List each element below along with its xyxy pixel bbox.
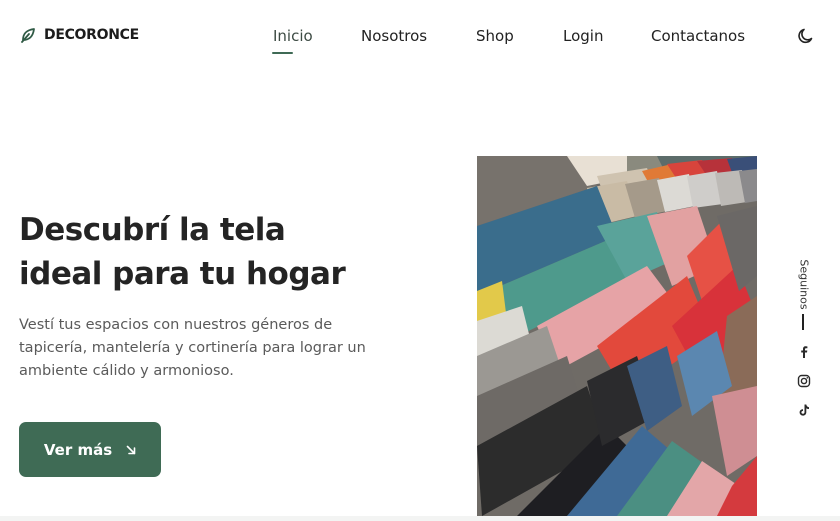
tiktok-icon[interactable] bbox=[797, 403, 811, 417]
ver-mas-button[interactable]: Ver más bbox=[19, 422, 161, 477]
site-header: DECORONCE Inicio Nosotros Shop Login Con… bbox=[0, 0, 840, 72]
nav-item-shop[interactable]: Shop bbox=[476, 27, 514, 45]
brand-name: DECORONCE bbox=[44, 27, 139, 43]
next-section-edge bbox=[0, 516, 840, 521]
facebook-icon[interactable] bbox=[797, 345, 811, 359]
fabric-swatches-image bbox=[477, 156, 757, 516]
leaf-icon bbox=[21, 28, 35, 43]
hero-title-line-2: ideal para tu hogar bbox=[19, 256, 346, 292]
brand-logo[interactable]: DECORONCE bbox=[20, 27, 139, 43]
nav-item-inicio[interactable]: Inicio bbox=[273, 27, 313, 45]
instagram-icon[interactable] bbox=[797, 374, 811, 388]
social-divider bbox=[802, 314, 804, 330]
nav-active-indicator bbox=[272, 52, 293, 54]
hero-title-line-1: Descubrí la tela bbox=[19, 212, 286, 248]
ver-mas-label: Ver más bbox=[43, 440, 113, 459]
moon-icon[interactable] bbox=[797, 27, 815, 45]
hero-title: Descubrí la tela ideal para tu hogar bbox=[19, 208, 439, 296]
nav-item-nosotros[interactable]: Nosotros bbox=[361, 27, 427, 45]
nav-item-login[interactable]: Login bbox=[563, 27, 603, 45]
arrow-down-right-icon bbox=[126, 445, 136, 454]
nav-item-contactanos[interactable]: Contactanos bbox=[651, 27, 745, 45]
social-label: Seguinos bbox=[797, 259, 811, 310]
hero-description: Vestí tus espacios con nuestros géneros … bbox=[19, 317, 366, 379]
